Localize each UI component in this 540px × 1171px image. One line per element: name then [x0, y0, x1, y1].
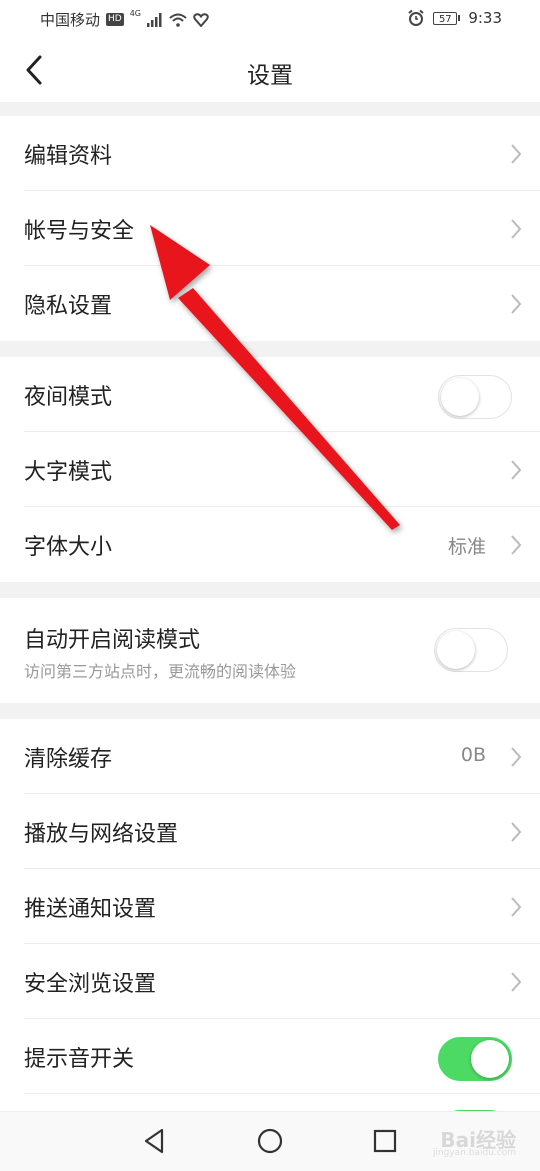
toggle-knob	[437, 631, 475, 669]
page-title: 设置	[247, 63, 293, 89]
row-sound-toggle: 提示音开关	[0, 1019, 540, 1094]
night-mode-toggle[interactable]	[438, 375, 512, 419]
chevron-right-icon	[511, 822, 522, 842]
row-edit-profile[interactable]: 编辑资料	[0, 116, 540, 191]
alarm-icon	[408, 9, 424, 26]
row-label: 编辑资料	[24, 144, 113, 169]
status-bar: 中国移动 HD 4G 57 9:33	[0, 0, 540, 38]
row-description: 访问第三方站点时，更流畅的阅读体验	[24, 662, 297, 681]
toggle-knob	[471, 1040, 509, 1078]
chevron-right-icon	[511, 294, 522, 314]
network-label: 4G	[129, 9, 142, 18]
auto-reading-toggle[interactable]	[434, 628, 508, 672]
chevron-right-icon	[511, 747, 522, 767]
clock: 9:33	[468, 9, 502, 27]
row-push-notification[interactable]: 推送通知设置	[0, 869, 540, 944]
signal-icon	[147, 12, 162, 27]
system-nav-bar: Bai经验 jingyan.baidu.com	[0, 1111, 540, 1171]
row-label: 字体大小	[24, 535, 113, 560]
row-label: 清除缓存	[24, 747, 113, 772]
row-label: 夜间模式	[24, 385, 113, 410]
row-font-size[interactable]: 字体大小 标准	[0, 507, 540, 582]
chevron-right-icon	[511, 460, 522, 480]
row-label: 自动开启阅读模式	[24, 628, 201, 653]
chevron-right-icon	[511, 144, 522, 164]
status-left: 中国移动 HD 4G	[40, 9, 209, 30]
hd-badge: HD	[106, 13, 124, 26]
row-label: 隐私设置	[24, 294, 113, 319]
row-label: 大字模式	[24, 460, 113, 485]
row-privacy[interactable]: 隐私设置	[0, 266, 540, 341]
chevron-right-icon	[511, 219, 522, 239]
row-night-mode: 夜间模式	[0, 357, 540, 432]
heart-link-icon	[193, 12, 209, 27]
sound-toggle[interactable]	[438, 1037, 512, 1081]
row-label: 播放与网络设置	[24, 822, 179, 847]
carrier-label: 中国移动	[40, 11, 101, 29]
row-account-security[interactable]: 帐号与安全	[0, 191, 540, 266]
circle-home-icon[interactable]	[255, 1126, 285, 1156]
row-playback-network[interactable]: 播放与网络设置	[0, 794, 540, 869]
row-label: 推送通知设置	[24, 897, 157, 922]
row-auto-reading: 自动开启阅读模式 访问第三方站点时，更流畅的阅读体验	[0, 598, 540, 703]
section-gap	[0, 102, 540, 116]
battery-level: 57	[433, 11, 458, 25]
section-gap	[0, 341, 540, 357]
row-label: 安全浏览设置	[24, 972, 157, 997]
section-gap	[0, 582, 540, 598]
wifi-icon	[169, 13, 187, 27]
section-gap	[0, 703, 540, 719]
font-size-value: 标准	[447, 536, 486, 558]
battery-tip	[458, 15, 461, 21]
square-recent-icon[interactable]	[370, 1126, 400, 1156]
watermark-sub: jingyan.baidu.com	[432, 1148, 516, 1158]
chevron-right-icon	[511, 535, 522, 555]
battery-indicator: 57	[433, 11, 461, 25]
triangle-back-icon[interactable]	[140, 1126, 170, 1156]
row-label: 帐号与安全	[24, 219, 135, 244]
cache-size-value: 0B	[460, 744, 486, 766]
row-safe-browsing[interactable]: 安全浏览设置	[0, 944, 540, 1019]
row-large-text[interactable]: 大字模式	[0, 432, 540, 507]
chevron-right-icon	[511, 897, 522, 917]
row-label: 提示音开关	[24, 1047, 135, 1072]
row-clear-cache[interactable]: 清除缓存 0B	[0, 719, 540, 794]
row-partial	[0, 1094, 540, 1111]
status-right: 57 9:33	[407, 9, 502, 27]
nav-bar: 设置	[0, 38, 540, 102]
chevron-right-icon	[511, 972, 522, 992]
toggle-knob	[441, 378, 479, 416]
